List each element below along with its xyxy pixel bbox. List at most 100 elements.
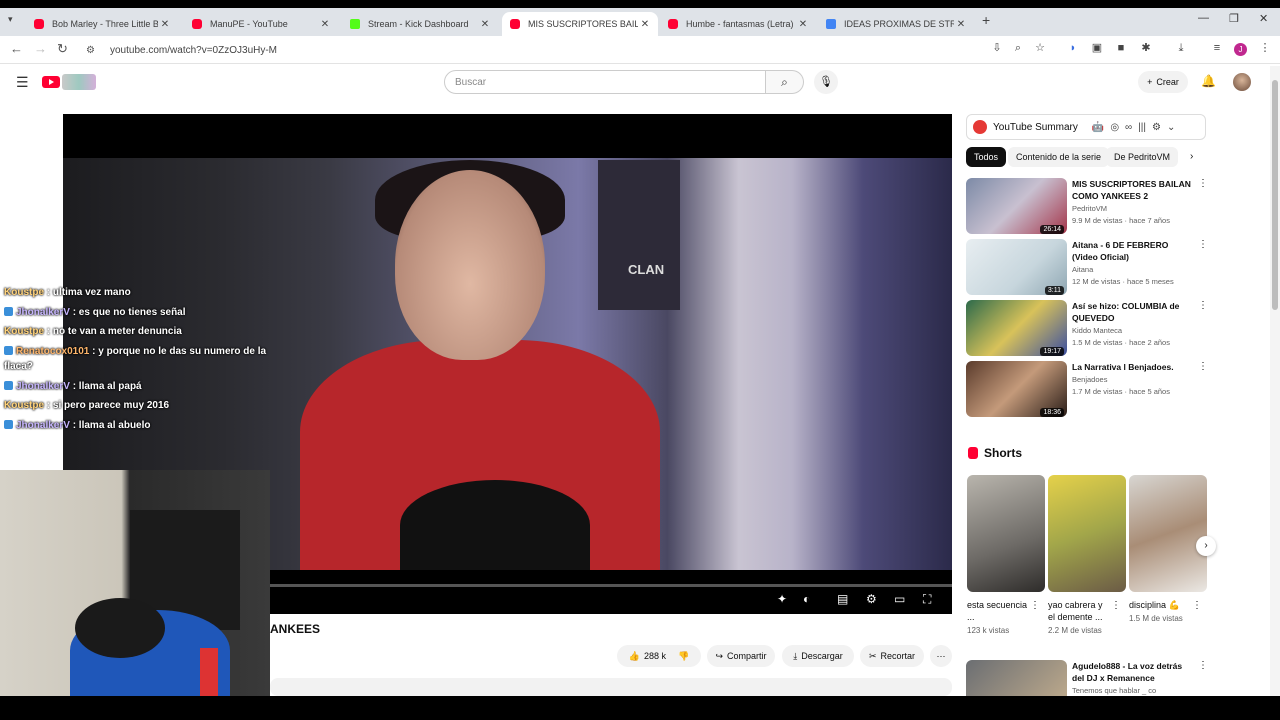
recommendation-title[interactable]: MIS SUSCRIPTORES BAILAN COMO YANKEES 2: [1072, 178, 1192, 202]
subtitles-icon[interactable]: ▤: [837, 592, 848, 606]
recommendation-item[interactable]: 18:36 La Narrativa l Benjadoes. Benjadoe…: [966, 361, 1208, 419]
recommendation-title[interactable]: Así se hizo: COLUMBIA de QUEVEDO: [1072, 300, 1192, 324]
waveform-icon[interactable]: |||: [1138, 122, 1146, 133]
settings-gear-icon[interactable]: ⚙: [866, 592, 877, 606]
more-actions-button[interactable]: ⋯: [930, 645, 952, 667]
short-title[interactable]: esta secuencia ...: [967, 599, 1031, 623]
extension-icon[interactable]: ▣: [1091, 42, 1103, 54]
downloads-icon[interactable]: ⤓: [1175, 42, 1187, 54]
menu-icon[interactable]: ☰: [16, 74, 29, 91]
ai-sparkle-icon[interactable]: ✦: [777, 592, 787, 606]
chat-username: JhonalkerV: [16, 306, 70, 318]
search-input[interactable]: Buscar: [444, 70, 766, 94]
short-title[interactable]: disciplina 💪: [1129, 599, 1193, 611]
scrollbar-thumb[interactable]: [1272, 80, 1278, 310]
recommendation-title[interactable]: Agudelo888 - La voz detrás del DJ x Rema…: [1072, 660, 1192, 684]
tab-manupe[interactable]: ManuPE - YouTube ✕: [184, 12, 338, 36]
extensions-puzzle-icon[interactable]: ✱: [1140, 42, 1152, 54]
autoplay-toggle[interactable]: ◐: [803, 592, 810, 606]
create-button[interactable]: + Crear: [1138, 71, 1188, 93]
voice-search-button[interactable]: 🎙: [814, 70, 838, 94]
notifications-bell-icon[interactable]: 🔔: [1201, 74, 1216, 88]
channel-name[interactable]: Aitana: [1072, 265, 1093, 274]
reload-icon[interactable]: ↻: [57, 41, 68, 57]
share-button[interactable]: ↪ Compartir: [707, 645, 775, 667]
profile-avatar[interactable]: J: [1234, 43, 1247, 56]
youtube-logo[interactable]: [42, 76, 60, 88]
install-app-icon[interactable]: ⇩: [991, 42, 1003, 54]
chevron-down-icon[interactable]: ⌄: [1167, 122, 1175, 133]
channel-name[interactable]: Tenemos que hablar _ co: [1072, 686, 1156, 695]
like-dislike-button[interactable]: 👍 288 k 👎: [617, 645, 701, 667]
recommendation-item[interactable]: 3:11 Aitana - 6 DE FEBRERO (Video Oficia…: [966, 239, 1208, 297]
thumbs-down-icon[interactable]: 👎: [678, 651, 689, 662]
shorts-next-button[interactable]: ›: [1196, 536, 1216, 556]
tab-ideas-stream[interactable]: IDEAS PROXIMAS DE STREAM ✕: [818, 12, 974, 36]
close-window-icon[interactable]: ✕: [1259, 12, 1268, 25]
recommendation-item[interactable]: 19:17 Así se hizo: COLUMBIA de QUEVEDO K…: [966, 300, 1208, 358]
tab-mis-suscriptores[interactable]: MIS SUSCRIPTORES BAILAN CO ✕: [502, 12, 658, 36]
chip-contenido-serie[interactable]: Contenido de la serie: [1008, 147, 1110, 167]
minimize-icon[interactable]: —: [1198, 12, 1209, 24]
close-icon[interactable]: ✕: [478, 19, 492, 30]
recommendation-item[interactable]: Agudelo888 - La voz detrás del DJ x Rema…: [966, 660, 1206, 696]
extension-icon[interactable]: ◗: [1067, 42, 1079, 54]
search-button[interactable]: ⌕: [766, 70, 804, 94]
chevron-right-icon[interactable]: ›: [1190, 151, 1193, 162]
url-field[interactable]: ⚙ youtube.com/watch?v=0ZzOJ3uHy-M: [80, 39, 960, 61]
tab-search-icon[interactable]: ▾: [8, 14, 13, 25]
tab-humbe[interactable]: Humbe - fantasmas (Letra) - Yo ✕: [660, 12, 816, 36]
video-thumbnail[interactable]: [966, 660, 1067, 696]
glasses-icon[interactable]: ∞: [1125, 122, 1132, 133]
more-vert-icon[interactable]: ⋮: [1030, 600, 1040, 611]
short-thumbnail[interactable]: disciplina 💪 1.5 M de vistas: [1129, 475, 1207, 623]
more-vert-icon[interactable]: ⋮: [1192, 600, 1202, 611]
chip-de-pedritovm[interactable]: De PedritoVM: [1106, 147, 1179, 167]
browser-menu-icon[interactable]: ⋮: [1259, 42, 1271, 54]
more-vert-icon[interactable]: ⋮: [1198, 178, 1208, 189]
chip-todos[interactable]: Todos: [966, 147, 1007, 167]
youtube-summary-bar[interactable]: YouTube Summary 🤖 ◎ ∞ ||| ⚙ ⌄: [966, 114, 1206, 140]
more-vert-icon[interactable]: ⋮: [1198, 300, 1208, 311]
settings-gear-icon[interactable]: ⚙: [1152, 122, 1161, 133]
chevron-right-icon: ›: [1204, 540, 1208, 551]
openai-icon[interactable]: ◎: [1110, 122, 1119, 133]
restore-icon[interactable]: ❐: [1229, 12, 1239, 25]
channel-name[interactable]: Kiddo Manteca: [1072, 326, 1122, 335]
bookmark-star-icon[interactable]: ☆: [1034, 42, 1046, 54]
close-icon[interactable]: ✕: [158, 19, 172, 30]
channel-name[interactable]: Benjadoes: [1072, 375, 1107, 384]
download-button[interactable]: ⤓ Descargar: [782, 645, 854, 667]
site-settings-icon[interactable]: ⚙: [86, 45, 100, 56]
robot-icon[interactable]: 🤖: [1092, 122, 1104, 133]
short-title[interactable]: yao cabrera y el demente ...: [1048, 599, 1112, 623]
close-icon[interactable]: ✕: [796, 19, 810, 30]
more-vert-icon[interactable]: ⋮: [1198, 361, 1208, 372]
theater-mode-icon[interactable]: ▭: [894, 592, 905, 606]
recommendation-title[interactable]: Aitana - 6 DE FEBRERO (Video Oficial): [1072, 239, 1192, 263]
fullscreen-icon[interactable]: ⛶: [923, 592, 931, 607]
youtube-doodle-logo[interactable]: [62, 74, 96, 90]
short-thumbnail[interactable]: esta secuencia ... 123 k vistas: [967, 475, 1045, 635]
description-box[interactable]: [270, 678, 952, 696]
back-icon[interactable]: ←: [10, 41, 23, 56]
short-thumbnail[interactable]: yao cabrera y el demente ... 2.2 M de vi…: [1048, 475, 1126, 635]
clip-button[interactable]: ✂ Recortar: [860, 645, 924, 667]
more-vert-icon[interactable]: ⋮: [1111, 600, 1121, 611]
more-vert-icon[interactable]: ⋮: [1198, 239, 1208, 250]
new-tab-button[interactable]: +: [982, 12, 990, 28]
zoom-icon[interactable]: ⌕: [1012, 42, 1024, 54]
recommendation-item[interactable]: 26:14 MIS SUSCRIPTORES BAILAN COMO YANKE…: [966, 178, 1208, 236]
tab-kick-dashboard[interactable]: Stream - Kick Dashboard ✕: [342, 12, 498, 36]
extension-icon[interactable]: ■: [1115, 42, 1127, 54]
more-vert-icon[interactable]: ⋮: [1198, 660, 1206, 671]
media-control-icon[interactable]: ≡: [1211, 42, 1223, 54]
close-icon[interactable]: ✕: [638, 19, 652, 30]
channel-name[interactable]: PedritoVM: [1072, 204, 1107, 213]
recommendation-title[interactable]: La Narrativa l Benjadoes.: [1072, 361, 1192, 373]
close-icon[interactable]: ✕: [318, 19, 332, 30]
avatar[interactable]: [1233, 73, 1251, 91]
tab-bob-marley[interactable]: Bob Marley - Three Little Birds ✕: [26, 12, 178, 36]
forward-icon[interactable]: →: [34, 41, 47, 56]
close-icon[interactable]: ✕: [954, 19, 968, 30]
